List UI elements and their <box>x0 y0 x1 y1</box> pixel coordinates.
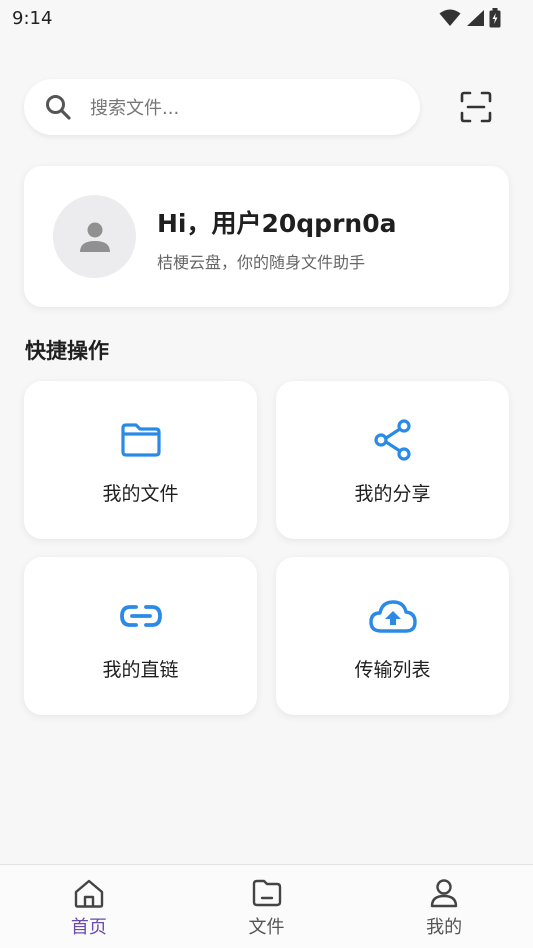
my-shares-label: 我的分享 <box>354 483 431 505</box>
nav-me[interactable]: 我的 <box>355 865 533 948</box>
signal-icon <box>467 10 484 26</box>
search-input[interactable]: 搜索文件... <box>24 79 420 135</box>
person-icon <box>79 222 110 252</box>
folder-icon <box>120 423 161 457</box>
search-icon <box>44 93 72 121</box>
transfer-list-card[interactable]: 传输列表 <box>276 557 509 715</box>
greeting-title: Hi，用户20qprn0a <box>157 209 397 238</box>
nav-files[interactable]: 文件 <box>178 865 356 948</box>
my-links-card[interactable]: 我的直链 <box>24 557 257 715</box>
profile-card[interactable]: Hi，用户20qprn0a 桔梗云盘，你的随身文件助手 <box>24 166 509 307</box>
section-title-quick-actions: 快捷操作 <box>25 339 109 363</box>
status-time: 9:14 <box>12 7 53 29</box>
search-row: 搜索文件... <box>24 79 496 135</box>
file-folder-icon <box>252 879 281 907</box>
status-icons <box>439 8 501 28</box>
nav-home[interactable]: 首页 <box>0 865 178 948</box>
nav-files-label: 文件 <box>248 917 285 938</box>
my-files-label: 我的文件 <box>102 483 179 505</box>
avatar <box>53 195 136 278</box>
search-placeholder: 搜索文件... <box>90 98 180 119</box>
scan-icon <box>460 91 492 123</box>
cloud-upload-icon <box>368 600 417 633</box>
battery-icon <box>489 8 501 28</box>
my-links-label: 我的直链 <box>102 659 179 681</box>
user-icon <box>430 879 458 908</box>
nav-home-label: 首页 <box>70 917 107 938</box>
bottom-nav: 首页 文件 我的 <box>0 864 533 948</box>
status-bar: 9:14 <box>0 0 533 36</box>
wifi-icon <box>439 9 461 26</box>
my-shares-card[interactable]: 我的分享 <box>276 381 509 539</box>
tagline: 桔梗云盘，你的随身文件助手 <box>157 253 366 272</box>
my-files-card[interactable]: 我的文件 <box>24 381 257 539</box>
scan-button[interactable] <box>456 87 496 127</box>
nav-me-label: 我的 <box>426 917 463 938</box>
share-icon <box>373 419 411 461</box>
home-icon <box>74 879 104 908</box>
transfer-list-label: 传输列表 <box>354 659 431 681</box>
link-icon <box>119 605 162 627</box>
